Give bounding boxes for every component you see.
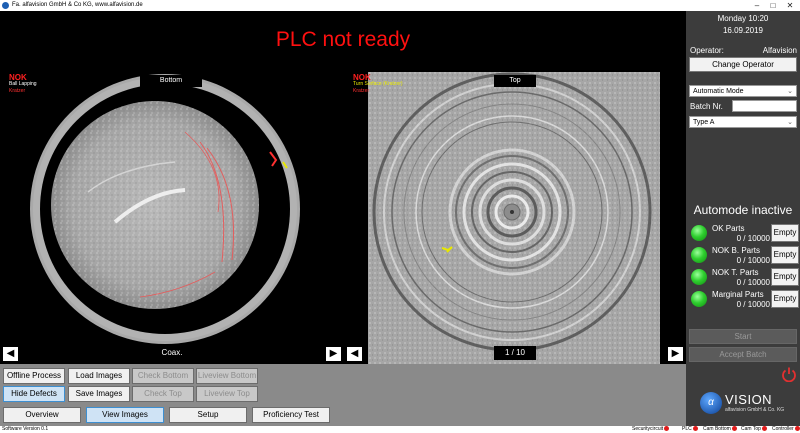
next-image-button[interactable]: ▶ (326, 347, 341, 361)
status-label: Securitycircuit (632, 426, 664, 432)
image-controls: Offline Process Load Images Check Bottom… (0, 364, 686, 404)
logo-emblem: α (700, 392, 722, 414)
close-icon[interactable]: ✕ (782, 0, 798, 11)
counter-value: 0 / 10000 (736, 234, 770, 243)
counter-name: NOK B. Parts (712, 246, 761, 255)
status-led (691, 225, 707, 241)
status-led (691, 291, 707, 307)
load-images-button[interactable]: Load Images (68, 368, 130, 384)
vision-logo: α VISION alfavision GmbH & Co. KG (700, 390, 798, 424)
status-cam-bottom: Cam Bottom (703, 426, 737, 433)
status-label: Controller (772, 426, 794, 432)
plc-status-text: PLC not ready (275, 28, 411, 51)
batch-label: Batch Nr. (690, 102, 723, 111)
bottom-light-mode: Coax. (150, 348, 194, 357)
logo-text: VISION (725, 392, 773, 407)
status-led (691, 247, 707, 263)
prev-image-button[interactable]: ◀ (3, 347, 18, 361)
minimize-icon[interactable]: – (749, 0, 765, 11)
empty-button[interactable]: Empty (771, 268, 799, 286)
nok-label: NOK (9, 73, 27, 82)
app-icon (2, 2, 9, 9)
defect-type: Kratzer (9, 88, 26, 94)
bottom-camera-view[interactable]: NOK Ball Lapping Kratzer Bottom ◀ ▶ Coax… (0, 72, 342, 364)
check-top-button[interactable]: Check Top (132, 386, 194, 402)
counter-name: OK Parts (712, 224, 745, 233)
status-dot-icon (731, 426, 737, 431)
bottom-image (0, 72, 342, 364)
counter-value: 0 / 10000 (736, 278, 770, 287)
defect-name: Turn Surface (Kratzer) (353, 81, 403, 87)
status-led (691, 269, 707, 285)
defect-name: Ball Lapping (9, 81, 37, 87)
liveview-bottom-button[interactable]: Liveview Bottom (196, 368, 258, 384)
image-page-indicator: 1 / 10 (494, 346, 536, 360)
automode-status: Automode inactive (693, 203, 793, 217)
top-camera-view[interactable]: NOK Turn Surface (Kratzer) Kratzer Top ◀… (344, 72, 686, 364)
hide-defects-button[interactable]: Hide Defects (3, 386, 65, 402)
status-banner: PLC not ready (0, 11, 686, 71)
liveview-top-button[interactable]: Liveview Top (196, 386, 258, 402)
next-image-button[interactable]: ▶ (668, 347, 683, 361)
side-panel: Monday 10:20 16.09.2019 Operator: Alfavi… (686, 11, 800, 426)
status-cam-top: Cam Top (741, 426, 767, 433)
nok-label: NOK (353, 73, 371, 82)
bottom-view-title: Bottom (140, 75, 202, 87)
tab-proficiency-test[interactable]: Proficiency Test (252, 407, 330, 423)
status-label: Cam Bottom (703, 426, 731, 432)
chevron-down-icon: ⌄ (787, 119, 793, 126)
chevron-down-icon: ⌄ (787, 88, 793, 95)
status-bar: Software Version 0.1 Securitycircuit PLC… (0, 426, 800, 433)
logo-subtext: alfavision GmbH & Co. KG (725, 407, 785, 413)
mode-select[interactable]: Automatic Mode ⌄ (689, 85, 797, 97)
change-operator-button[interactable]: Change Operator (689, 57, 797, 72)
mode-select-value: Automatic Mode (693, 88, 744, 95)
software-version: Software Version 0.1 (2, 426, 49, 432)
status-securitycircuit: Securitycircuit (632, 426, 670, 433)
bottom-nok-indicator: NOK Ball Lapping Kratzer (9, 74, 37, 95)
status-label: PLC (682, 426, 692, 432)
batch-input[interactable] (732, 100, 797, 112)
status-label: Cam Top (741, 426, 761, 432)
status-dot-icon (761, 426, 767, 431)
operator-name: Alfavision (762, 46, 797, 55)
status-controller: Controller (772, 426, 800, 433)
maximize-icon[interactable]: □ (765, 0, 781, 11)
empty-button[interactable]: Empty (771, 224, 799, 242)
operator-label: Operator: (690, 46, 724, 55)
empty-button[interactable]: Empty (771, 290, 799, 308)
clock-date: 16.09.2019 (722, 26, 764, 35)
window-titlebar: Fa. alfavision GmbH & Co KG, www.alfavis… (0, 0, 800, 11)
counter-name: NOK T. Parts (712, 268, 759, 277)
top-image (344, 72, 686, 364)
type-select[interactable]: Type A ⌄ (689, 116, 797, 128)
type-select-value: Type A (693, 119, 715, 126)
start-button[interactable]: Start (689, 329, 797, 344)
status-dot-icon (664, 426, 670, 431)
prev-image-button[interactable]: ◀ (347, 347, 362, 361)
top-view-title: Top (494, 75, 536, 87)
main-navigation: Overview View Images Setup Proficiency T… (0, 404, 686, 426)
status-dot-icon (794, 426, 800, 431)
power-icon[interactable] (781, 366, 797, 382)
counter-value: 0 / 10000 (736, 256, 770, 265)
tab-view-images[interactable]: View Images (86, 407, 164, 423)
clock-time: Monday 10:20 (717, 14, 769, 23)
accept-batch-button[interactable]: Accept Batch (689, 347, 797, 362)
defect-type: Kratzer (353, 88, 370, 94)
top-nok-indicator: NOK Turn Surface (Kratzer) Kratzer (353, 74, 403, 95)
tab-setup[interactable]: Setup (169, 407, 247, 423)
empty-button[interactable]: Empty (771, 246, 799, 264)
save-images-button[interactable]: Save Images (68, 386, 130, 402)
status-plc: PLC (682, 426, 698, 433)
status-dot-icon (692, 426, 698, 431)
window-title: Fa. alfavision GmbH & Co KG, www.alfavis… (12, 2, 143, 8)
counter-name: Marginal Parts (712, 290, 764, 299)
tab-overview[interactable]: Overview (3, 407, 81, 423)
counter-value: 0 / 10000 (736, 300, 770, 309)
check-bottom-button[interactable]: Check Bottom (132, 368, 194, 384)
offline-process-button[interactable]: Offline Process (3, 368, 65, 384)
